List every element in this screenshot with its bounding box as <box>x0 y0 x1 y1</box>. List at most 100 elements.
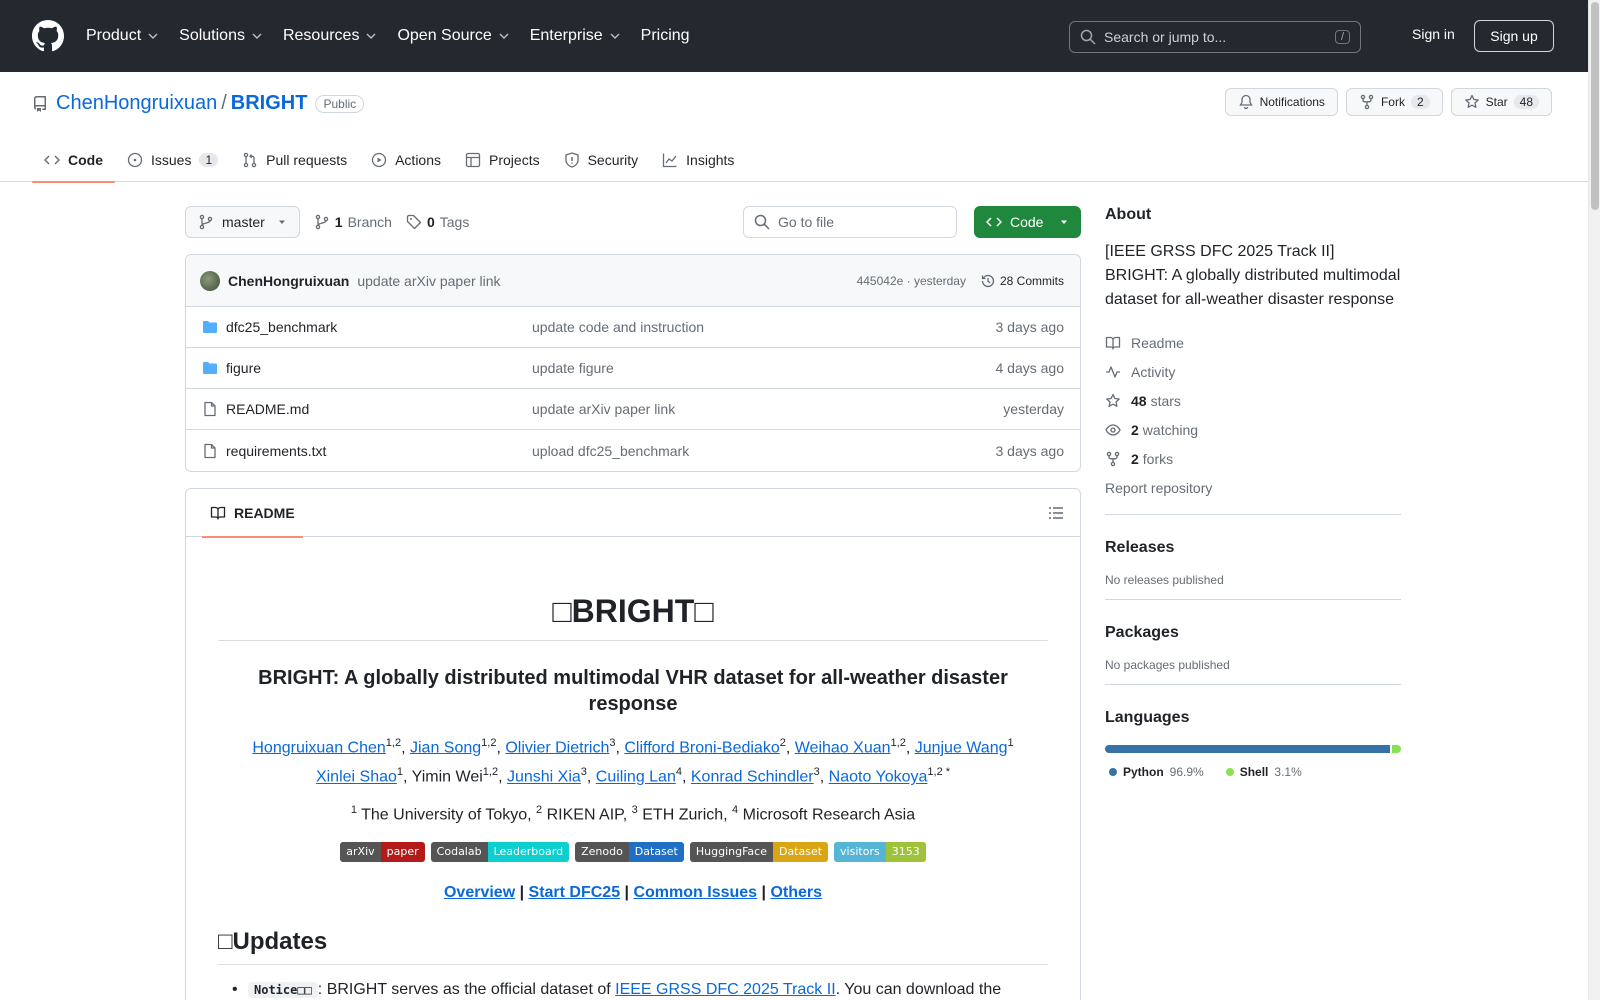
code-dropdown-button[interactable]: Code <box>974 206 1081 238</box>
tab-projects[interactable]: Projects <box>453 138 552 182</box>
file-commit-message[interactable]: update code and instruction <box>532 319 996 335</box>
code-icon <box>986 217 1002 227</box>
file-name-link[interactable]: requirements.txt <box>226 443 326 459</box>
file-icon <box>204 443 216 458</box>
file-row[interactable]: README.md update arXiv paper link yester… <box>186 389 1080 430</box>
readme-link[interactable]: Readme <box>1105 328 1401 357</box>
author-link[interactable]: Junshi Xia <box>507 769 581 786</box>
author-link[interactable]: Jian Song <box>410 739 481 756</box>
eye-icon <box>1105 423 1121 436</box>
overview-link[interactable]: Overview <box>444 884 515 901</box>
file-date: 3 days ago <box>995 319 1065 335</box>
sign-up-button[interactable]: Sign up <box>1474 20 1554 52</box>
nav-pricing[interactable]: Pricing <box>641 27 690 45</box>
commit-message[interactable]: update arXiv paper link <box>357 273 500 289</box>
language-python[interactable]: Python 96.9% <box>1109 765 1204 779</box>
activity-link[interactable]: Activity <box>1105 357 1401 386</box>
readme-panel: README □BRIGHT□ BRIGHT: A globally distr… <box>185 488 1081 1000</box>
notifications-button[interactable]: Notifications <box>1224 88 1338 116</box>
chevron-down-icon <box>499 33 509 39</box>
huggingface-badge[interactable]: HuggingFace Dataset <box>689 841 829 862</box>
repo-owner-link[interactable]: ChenHongruixuan <box>56 92 217 115</box>
file-icon <box>204 401 216 417</box>
file-name-link[interactable]: dfc25_benchmark <box>226 319 337 335</box>
avatar[interactable] <box>200 270 220 291</box>
play-circle-icon <box>371 152 387 168</box>
book-icon <box>1105 336 1121 350</box>
forks-link[interactable]: 2 forks <box>1105 444 1401 473</box>
branch-icon <box>315 214 329 230</box>
commit-hash-time[interactable]: 445042e · yesterday <box>857 274 966 288</box>
nav-resources[interactable]: Resources <box>283 27 377 45</box>
file-commit-message[interactable]: update figure <box>532 360 996 376</box>
branches-link[interactable]: 1 Branch <box>314 214 392 230</box>
caret-down-icon <box>1061 220 1067 224</box>
author-link[interactable]: Hongruixuan Chen <box>252 739 385 756</box>
readme-tab[interactable]: README <box>202 489 303 538</box>
issue-icon <box>127 152 143 168</box>
nav-enterprise[interactable]: Enterprise <box>530 27 621 45</box>
commit-author[interactable]: ChenHongruixuan <box>228 273 349 289</box>
file-row[interactable]: requirements.txt upload dfc25_benchmark … <box>186 430 1080 471</box>
fork-icon <box>1360 94 1374 110</box>
author-link[interactable]: Clifford Broni-Bediako <box>624 739 779 756</box>
repo-name-link[interactable]: BRIGHT <box>231 92 308 115</box>
file-commit-message[interactable]: update arXiv paper link <box>532 401 1003 417</box>
visitors-badge[interactable]: visitors 3153 <box>834 841 926 862</box>
author-link[interactable]: Cuiling Lan <box>596 769 676 786</box>
about-description: [IEEE GRSS DFC 2025 Track II] BRIGHT: A … <box>1105 243 1401 308</box>
tab-code[interactable]: Code <box>32 138 115 183</box>
arxiv-badge[interactable]: arXiv paper <box>340 841 425 862</box>
packages-heading[interactable]: Packages <box>1105 624 1401 642</box>
author-link[interactable]: Xinlei Shao <box>316 769 397 786</box>
tab-insights[interactable]: Insights <box>650 138 746 182</box>
file-row[interactable]: figure update figure 4 days ago <box>186 348 1080 389</box>
file-name-link[interactable]: figure <box>226 360 261 376</box>
shield-icon <box>564 152 579 168</box>
dfc-track-link[interactable]: IEEE GRSS DFC 2025 Track II <box>615 981 836 998</box>
tab-issues[interactable]: Issues 1 <box>115 138 230 182</box>
fork-button[interactable]: Fork 2 <box>1345 88 1443 116</box>
common-issues-link[interactable]: Common Issues <box>633 884 757 901</box>
watchers-link[interactable]: 2 watching <box>1105 415 1401 444</box>
file-browser: ChenHongruixuan update arXiv paper link … <box>185 254 1081 472</box>
report-repository-link[interactable]: Report repository <box>1105 473 1401 502</box>
global-search-input[interactable]: Search or jump to... / <box>1069 21 1361 53</box>
tags-link[interactable]: 0 Tags <box>406 214 469 230</box>
releases-heading[interactable]: Releases <box>1105 539 1401 557</box>
author-link[interactable]: Junjue Wang <box>915 739 1008 756</box>
language-shell[interactable]: Shell 3.1% <box>1225 765 1302 779</box>
github-logo-icon[interactable] <box>32 20 64 52</box>
caret-down-icon <box>278 220 285 224</box>
start-dfc25-link[interactable]: Start DFC25 <box>529 884 621 901</box>
author-link[interactable]: Olivier Dietrich <box>505 739 609 756</box>
branch-select-button[interactable]: master <box>185 206 300 238</box>
file-commit-message[interactable]: upload dfc25_benchmark <box>532 443 996 459</box>
scrollbar-thumb[interactable] <box>1591 2 1599 210</box>
zenodo-badge[interactable]: Zenodo Dataset <box>575 841 684 862</box>
author-link[interactable]: Konrad Schindler <box>691 769 814 786</box>
nav-solutions[interactable]: Solutions <box>179 27 263 45</box>
tab-security[interactable]: Security <box>552 138 651 182</box>
others-link[interactable]: Others <box>770 884 822 901</box>
author-link[interactable]: Weihao Xuan <box>795 739 891 756</box>
tab-pull-requests[interactable]: Pull requests <box>230 138 359 182</box>
nav-product[interactable]: Product <box>86 27 159 45</box>
go-to-file-input[interactable]: Go to file <box>743 206 957 238</box>
stars-link[interactable]: 48 stars <box>1105 386 1401 415</box>
author-link[interactable]: Naoto Yokoya <box>829 769 928 786</box>
table-of-contents-icon[interactable] <box>1048 505 1064 521</box>
commits-link[interactable]: 28 Commits <box>980 273 1064 289</box>
sign-in-link[interactable]: Sign in <box>1412 26 1455 42</box>
nav-open-source[interactable]: Open Source <box>397 27 509 45</box>
file-name-link[interactable]: README.md <box>226 401 309 417</box>
tab-actions[interactable]: Actions <box>359 138 453 182</box>
codalab-badge[interactable]: Codalab Leaderboard <box>430 841 570 862</box>
page-scrollbar[interactable] <box>1588 0 1600 1000</box>
star-button[interactable]: Star 48 <box>1450 88 1552 116</box>
file-row[interactable]: dfc25_benchmark update code and instruct… <box>186 307 1080 348</box>
repo-sidebar: About [IEEE GRSS DFC 2025 Track II] BRIG… <box>1105 206 1401 779</box>
code-icon <box>44 155 60 165</box>
update-item: Notice□□: BRIGHT serves as the official … <box>218 981 1048 999</box>
book-icon <box>210 506 226 520</box>
